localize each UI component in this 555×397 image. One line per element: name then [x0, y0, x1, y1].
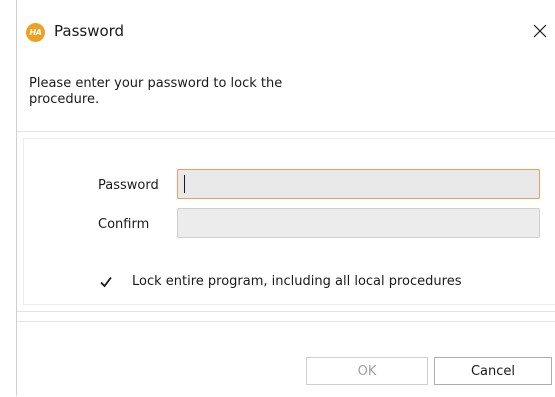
cancel-button[interactable]: Cancel	[434, 357, 552, 385]
close-button[interactable]	[525, 18, 555, 44]
close-icon	[533, 24, 547, 38]
password-input[interactable]	[177, 169, 540, 199]
ok-button[interactable]: OK	[306, 357, 428, 385]
confirm-input[interactable]	[177, 208, 540, 238]
password-dialog: HA Password Please enter your password t…	[0, 0, 555, 397]
instruction-text: Please enter your password to lock the p…	[29, 76, 283, 107]
app-logo-icon: HA	[26, 23, 45, 42]
window-title: Password	[54, 22, 125, 40]
checkmark-icon	[100, 276, 112, 288]
password-label: Password	[98, 178, 159, 193]
lock-all-label[interactable]: Lock entire program, including all local…	[132, 274, 461, 289]
lock-all-checkbox[interactable]	[99, 275, 113, 289]
text-caret	[184, 175, 185, 193]
title-bar[interactable]: HA Password	[17, 0, 555, 62]
confirm-label: Confirm	[98, 217, 150, 232]
